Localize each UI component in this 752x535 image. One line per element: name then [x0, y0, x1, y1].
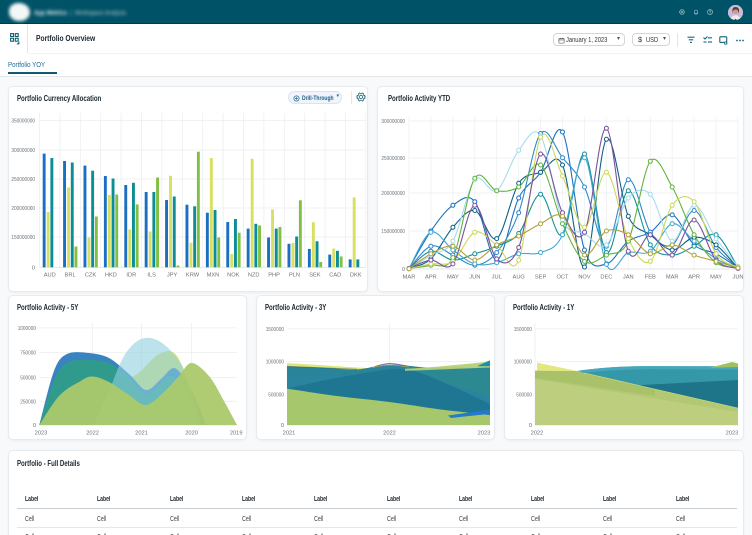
- svg-text:MAY: MAY: [447, 274, 459, 280]
- svg-text:1500000: 1500000: [266, 327, 285, 333]
- svg-text:MXN: MXN: [207, 272, 220, 278]
- svg-text:2021: 2021: [135, 430, 148, 436]
- svg-text:2022: 2022: [86, 430, 99, 436]
- svg-text:0: 0: [33, 423, 37, 429]
- svg-text:1500000: 1500000: [514, 327, 533, 333]
- svg-text:2022: 2022: [531, 430, 544, 436]
- svg-text:SEK: SEK: [309, 272, 321, 278]
- svg-text:JAN: JAN: [623, 274, 634, 280]
- svg-text:500000: 500000: [268, 392, 284, 398]
- svg-text:2020: 2020: [185, 430, 198, 436]
- svg-text:APR: APR: [688, 274, 700, 280]
- svg-text:APR: APR: [425, 274, 437, 280]
- svg-text:2022: 2022: [383, 430, 396, 436]
- svg-text:0: 0: [402, 267, 406, 273]
- svg-text:MAR: MAR: [403, 274, 416, 280]
- svg-text:OCT: OCT: [556, 274, 569, 280]
- svg-text:MAY: MAY: [710, 274, 722, 280]
- svg-text:MAR: MAR: [666, 274, 679, 280]
- svg-text:CZK: CZK: [85, 272, 97, 278]
- svg-text:JUL: JUL: [492, 274, 502, 280]
- svg-text:JUN: JUN: [732, 274, 743, 280]
- svg-text:200000000: 200000000: [381, 191, 405, 197]
- svg-text:2021: 2021: [283, 430, 296, 436]
- svg-text:NOK: NOK: [227, 272, 240, 278]
- svg-text:1000000: 1000000: [514, 360, 533, 366]
- svg-text:ILS: ILS: [147, 272, 156, 278]
- svg-text:NZD: NZD: [248, 272, 260, 278]
- svg-text:PLN: PLN: [289, 272, 300, 278]
- svg-text:0: 0: [281, 423, 285, 429]
- svg-text:2023: 2023: [478, 430, 491, 436]
- svg-text:1000000: 1000000: [18, 326, 37, 332]
- svg-text:0: 0: [529, 423, 533, 429]
- svg-text:150000000: 150000000: [11, 235, 35, 241]
- svg-text:200000000: 200000000: [11, 206, 35, 212]
- svg-text:BRL: BRL: [65, 272, 76, 278]
- svg-text:1000000: 1000000: [266, 360, 285, 366]
- svg-text:250000: 250000: [20, 399, 36, 405]
- svg-text:2023: 2023: [35, 430, 48, 436]
- svg-text:CAD: CAD: [329, 272, 341, 278]
- svg-text:500000: 500000: [516, 392, 532, 398]
- svg-text:NOV: NOV: [578, 274, 591, 280]
- svg-text:2023: 2023: [726, 430, 739, 436]
- svg-text:DEC: DEC: [600, 274, 612, 280]
- svg-text:AUD: AUD: [44, 272, 56, 278]
- svg-text:FEB: FEB: [645, 274, 656, 280]
- svg-text:300000000: 300000000: [11, 148, 35, 154]
- svg-text:AUG: AUG: [513, 274, 525, 280]
- svg-text:IDR: IDR: [126, 272, 136, 278]
- svg-text:PHP: PHP: [268, 272, 280, 278]
- svg-text:350000000: 350000000: [11, 119, 35, 125]
- svg-text:JPY: JPY: [167, 272, 178, 278]
- svg-text:2019: 2019: [230, 430, 243, 436]
- svg-text:0: 0: [32, 265, 36, 271]
- svg-text:250000000: 250000000: [11, 177, 35, 183]
- svg-text:250000000: 250000000: [381, 156, 405, 162]
- svg-text:750000: 750000: [20, 351, 36, 357]
- svg-text:DKK: DKK: [350, 272, 362, 278]
- svg-text:150000000: 150000000: [381, 229, 405, 235]
- svg-text:KRW: KRW: [186, 272, 200, 278]
- svg-text:HKD: HKD: [105, 272, 117, 278]
- svg-text:500000: 500000: [20, 376, 36, 382]
- svg-text:SEP: SEP: [535, 274, 547, 280]
- svg-text:JUN: JUN: [469, 274, 480, 280]
- svg-text:300000000: 300000000: [381, 119, 405, 125]
